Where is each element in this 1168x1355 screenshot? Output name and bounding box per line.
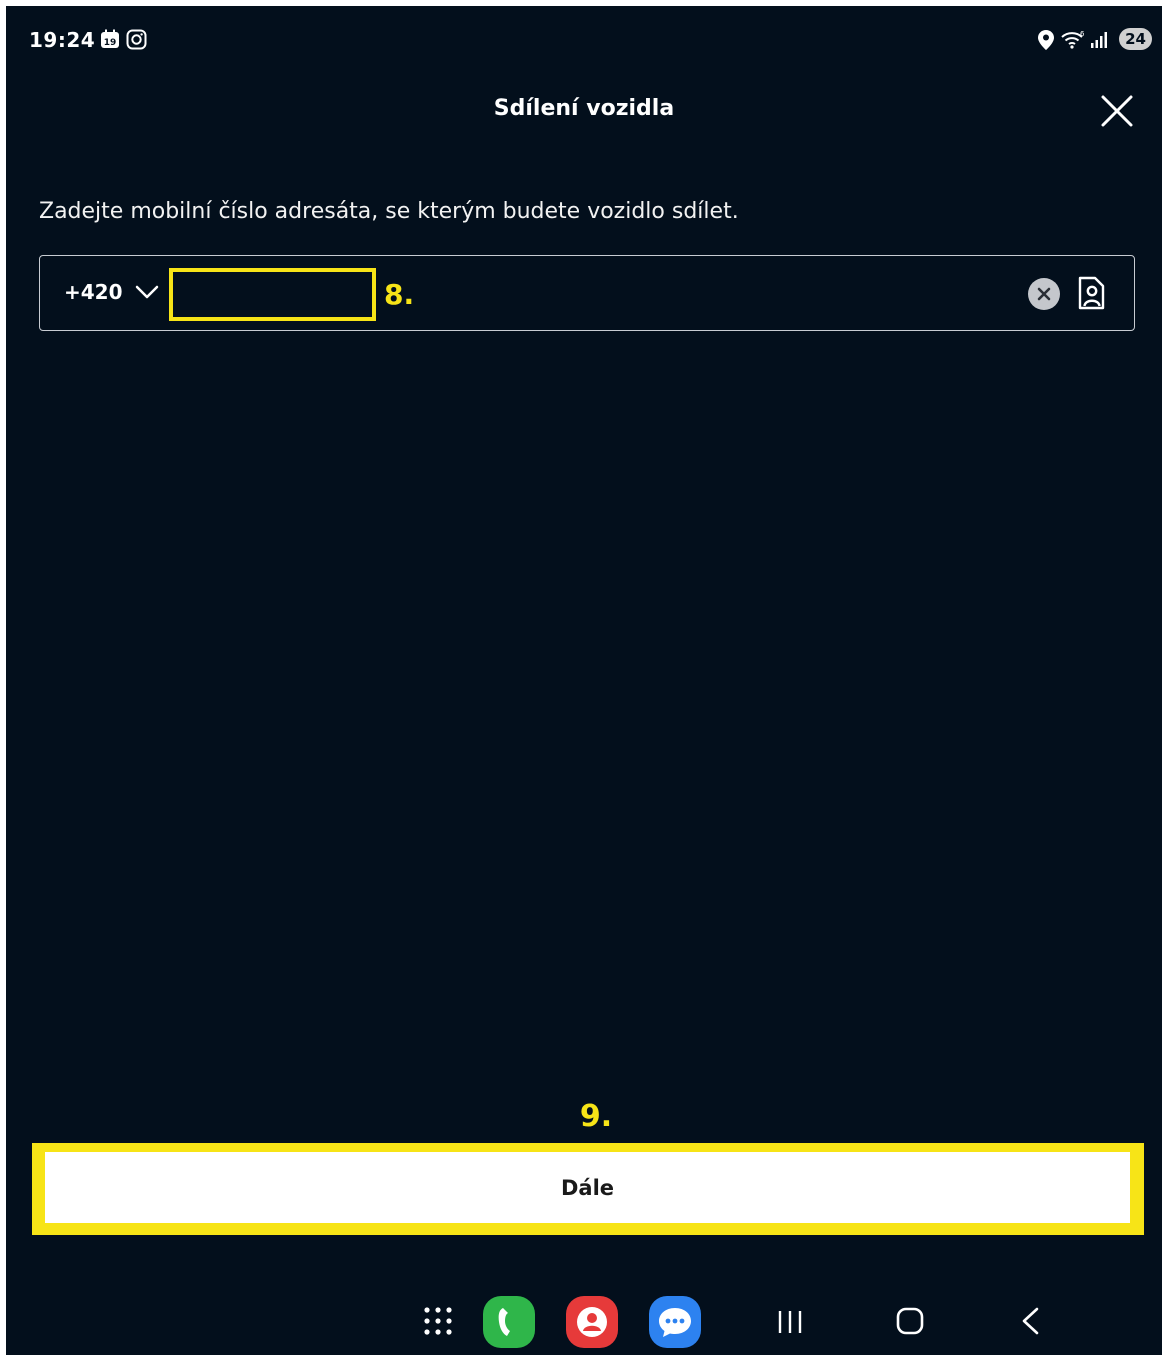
close-button[interactable] [1100, 94, 1134, 128]
signal-icon [1090, 31, 1108, 53]
chevron-down-icon[interactable] [135, 284, 159, 300]
page-title: Sdílení vozidla [493, 96, 675, 121]
app-screen: 19:24 19 6 24 Sdílení vozidla Zadejte mo… [6, 6, 1162, 1355]
continue-button[interactable]: Dále [45, 1152, 1130, 1223]
calendar-icon: 19 [100, 29, 120, 53]
contacts-app-icon[interactable] [566, 1296, 618, 1348]
status-time: 19:24 [29, 28, 96, 52]
back-icon[interactable] [1020, 1307, 1040, 1339]
contacts-picker-button[interactable] [1076, 276, 1108, 310]
clear-icon [1037, 287, 1051, 301]
step-9-annotation: 9. [579, 1099, 613, 1134]
instruction-text: Zadejte mobilní číslo adresáta, se který… [39, 199, 739, 224]
close-icon [1101, 95, 1133, 127]
country-code-value[interactable]: +420 [64, 280, 123, 304]
instagram-icon [126, 29, 147, 54]
home-icon[interactable] [896, 1307, 924, 1339]
apps-grid-icon[interactable] [423, 1306, 453, 1340]
phone-number-input[interactable] [169, 268, 376, 321]
phone-app-icon[interactable] [483, 1296, 535, 1348]
continue-highlight: Dále [32, 1143, 1144, 1235]
contact-book-icon [1078, 276, 1105, 310]
calendar-day: 19 [104, 38, 117, 48]
battery-icon: 24 [1119, 28, 1152, 50]
location-icon [1038, 30, 1054, 54]
step-8-annotation: 8. [384, 278, 415, 311]
wifi-icon: 6 [1060, 30, 1086, 54]
clear-input-button[interactable] [1028, 278, 1060, 310]
svg-text:6: 6 [1080, 30, 1085, 38]
recents-icon[interactable] [777, 1309, 803, 1339]
phone-number-field: +420 8. [39, 255, 1135, 331]
messages-app-icon[interactable] [649, 1296, 701, 1348]
